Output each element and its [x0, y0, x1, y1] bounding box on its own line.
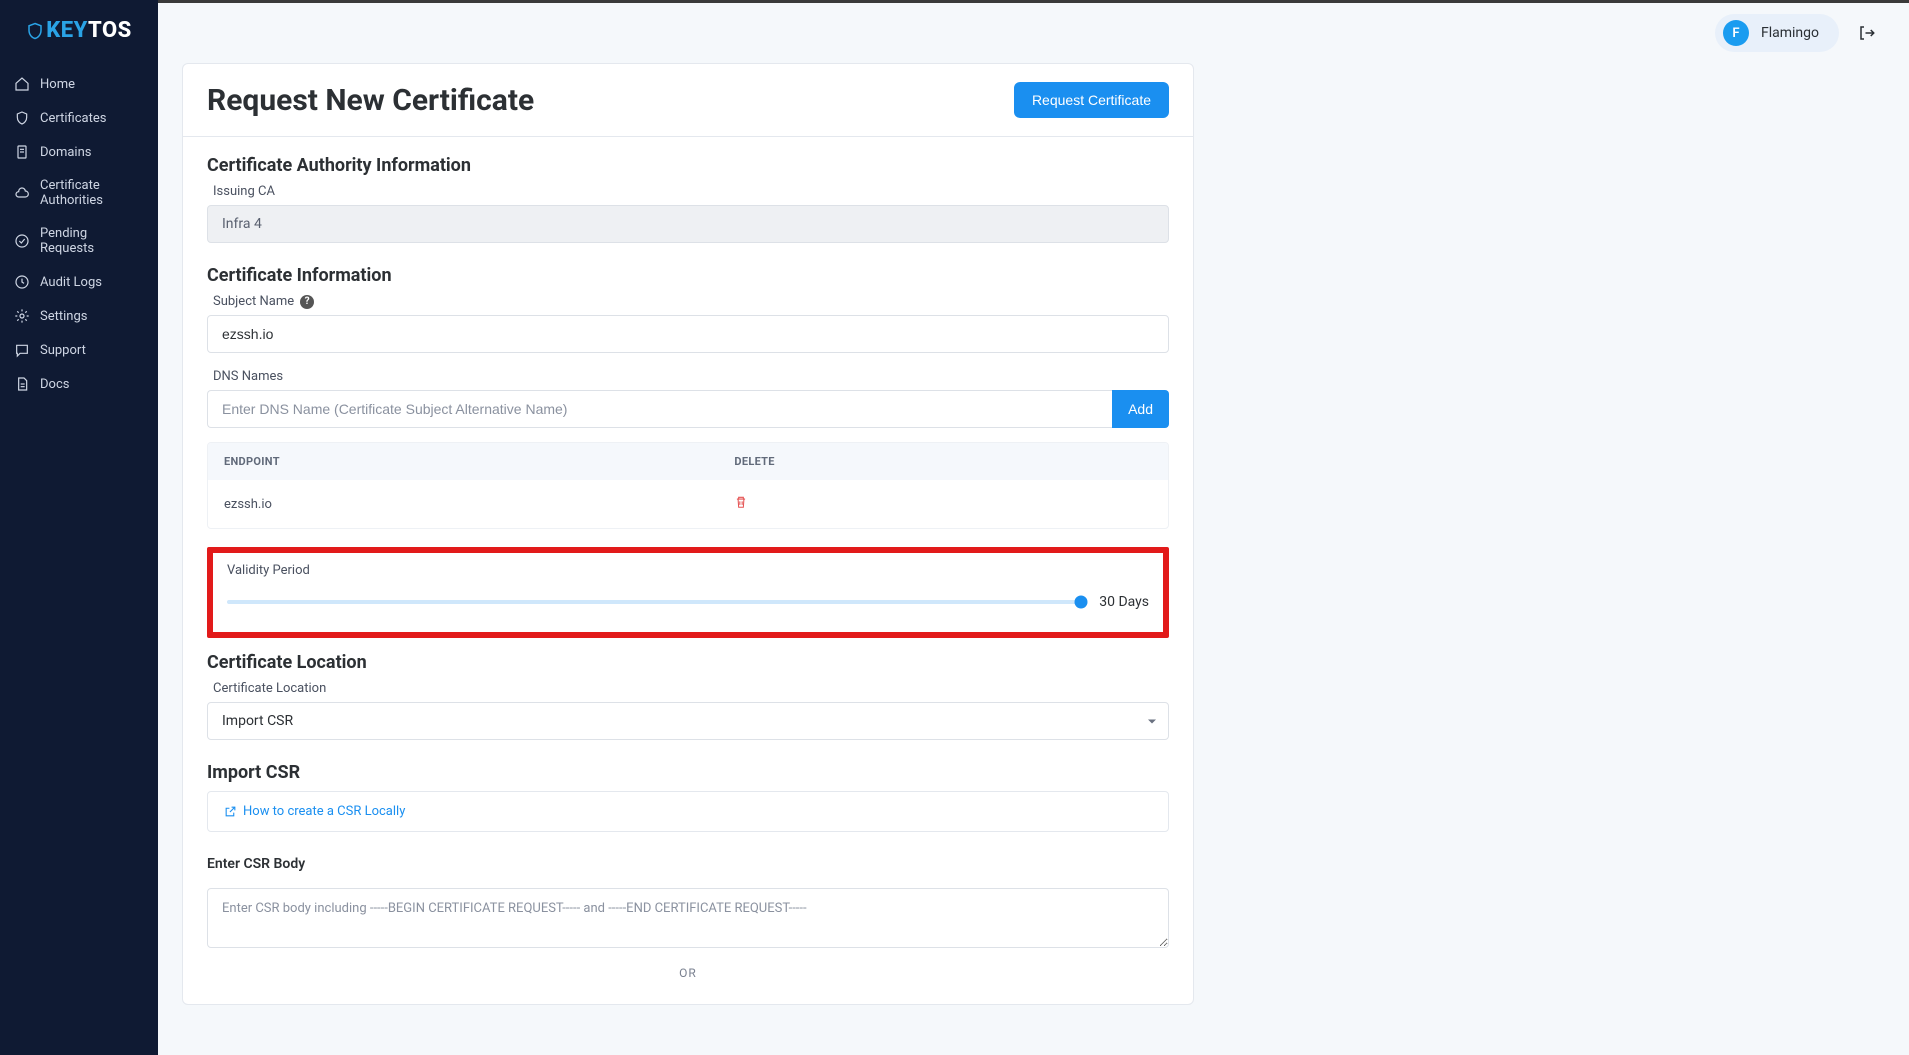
section-ca-heading: Certificate Authority Information — [207, 155, 1169, 176]
subject-name-label: Subject Name ? — [213, 294, 1169, 309]
validity-label: Validity Period — [227, 563, 1149, 578]
brand-logo: KEYTOS — [0, 18, 158, 43]
home-icon — [14, 76, 30, 92]
nav-label: Audit Logs — [40, 275, 102, 290]
subject-name-input[interactable] — [207, 315, 1169, 353]
shield-icon — [26, 20, 44, 42]
delete-dns-button[interactable] — [734, 499, 748, 514]
avatar: F — [1723, 20, 1749, 46]
section-location-heading: Certificate Location — [207, 652, 1169, 673]
nav-docs[interactable]: Docs — [0, 367, 158, 401]
file-icon — [14, 376, 30, 392]
nav-certificate-authorities[interactable]: Certificate Authorities — [0, 169, 158, 217]
add-dns-button[interactable]: Add — [1112, 390, 1169, 428]
dns-names-label: DNS Names — [213, 369, 1169, 384]
gear-icon — [14, 308, 30, 324]
certificate-location-label: Certificate Location — [213, 681, 1169, 696]
nav-label: Certificates — [40, 111, 106, 126]
csr-body-label: Enter CSR Body — [207, 856, 1169, 872]
logout-icon — [1858, 24, 1876, 42]
external-link-icon — [224, 805, 237, 818]
nav-home[interactable]: Home — [0, 67, 158, 101]
logout-button[interactable] — [1853, 19, 1881, 47]
document-icon — [14, 144, 30, 160]
validity-period-box: Validity Period 30 Days — [207, 547, 1169, 638]
user-name: Flamingo — [1761, 25, 1819, 41]
nav-label: Pending Requests — [40, 226, 144, 256]
check-circle-icon — [14, 233, 30, 249]
issuing-ca-label: Issuing CA — [213, 184, 1169, 199]
help-icon[interactable]: ? — [300, 295, 314, 309]
csr-body-textarea[interactable] — [207, 888, 1169, 948]
validity-value: 30 Days — [1099, 594, 1149, 610]
dns-name-input[interactable] — [207, 390, 1112, 428]
col-endpoint-header: ENDPOINT — [224, 455, 734, 468]
nav-label: Certificate Authorities — [40, 178, 144, 208]
chat-icon — [14, 342, 30, 358]
csr-help-link[interactable]: How to create a CSR Locally — [224, 804, 405, 819]
nav-list: Home Certificates Domains Certificate Au… — [0, 67, 158, 401]
certificate-location-select[interactable]: Import CSR — [207, 702, 1169, 740]
nav-label: Docs — [40, 377, 69, 392]
nav-label: Domains — [40, 145, 91, 160]
shield-outline-icon — [14, 110, 30, 126]
nav-pending-requests[interactable]: Pending Requests — [0, 217, 158, 265]
page-title: Request New Certificate — [207, 83, 534, 118]
brand-text: KEYTOS — [46, 18, 132, 43]
csr-help-link-box: How to create a CSR Locally — [207, 791, 1169, 832]
col-delete-header: DELETE — [734, 455, 1152, 468]
nav-label: Support — [40, 343, 86, 358]
trash-icon — [734, 494, 748, 510]
endpoint-cell: ezssh.io — [224, 497, 734, 512]
nav-domains[interactable]: Domains — [0, 135, 158, 169]
slider-thumb[interactable] — [1075, 596, 1088, 609]
table-row: ezssh.io — [208, 480, 1168, 528]
request-card: Request New Certificate Request Certific… — [182, 63, 1194, 1005]
validity-slider[interactable] — [227, 600, 1081, 604]
clock-icon — [14, 274, 30, 290]
nav-support[interactable]: Support — [0, 333, 158, 367]
main-area: F Flamingo Request New Certificate Reque… — [158, 0, 1909, 1055]
topbar: F Flamingo — [158, 3, 1909, 63]
request-certificate-button[interactable]: Request Certificate — [1014, 82, 1169, 118]
issuing-ca-value: Infra 4 — [207, 205, 1169, 243]
nav-label: Home — [40, 77, 75, 92]
nav-label: Settings — [40, 309, 87, 324]
section-import-csr-heading: Import CSR — [207, 762, 1169, 783]
nav-audit-logs[interactable]: Audit Logs — [0, 265, 158, 299]
dns-table: ENDPOINT DELETE ezssh.io — [207, 442, 1169, 529]
sidebar: KEYTOS Home Certificates Domains Certifi… — [0, 0, 158, 1055]
cloud-icon — [14, 185, 30, 201]
or-separator: OR — [207, 966, 1169, 980]
nav-settings[interactable]: Settings — [0, 299, 158, 333]
user-chip[interactable]: F Flamingo — [1715, 14, 1839, 52]
nav-certificates[interactable]: Certificates — [0, 101, 158, 135]
section-cert-heading: Certificate Information — [207, 265, 1169, 286]
